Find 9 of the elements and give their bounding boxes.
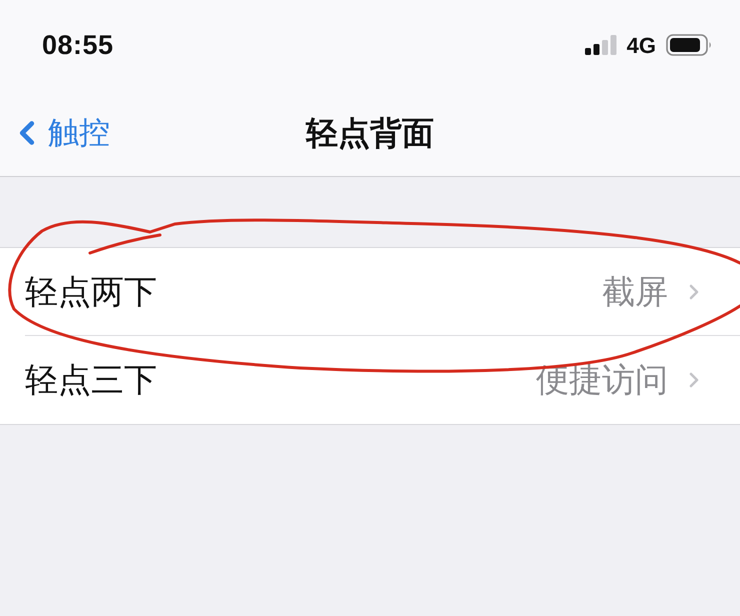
battery-icon bbox=[666, 34, 712, 56]
row-label: 轻点两下 bbox=[25, 272, 157, 312]
back-button[interactable]: 触控 bbox=[0, 110, 110, 156]
row-label: 轻点三下 bbox=[25, 360, 157, 400]
row-value: 截屏 bbox=[602, 272, 668, 312]
status-time: 08:55 bbox=[42, 28, 114, 62]
cellular-signal-icon bbox=[584, 35, 617, 55]
page-title: 轻点背面 bbox=[306, 114, 434, 153]
network-type: 4G bbox=[626, 32, 656, 60]
